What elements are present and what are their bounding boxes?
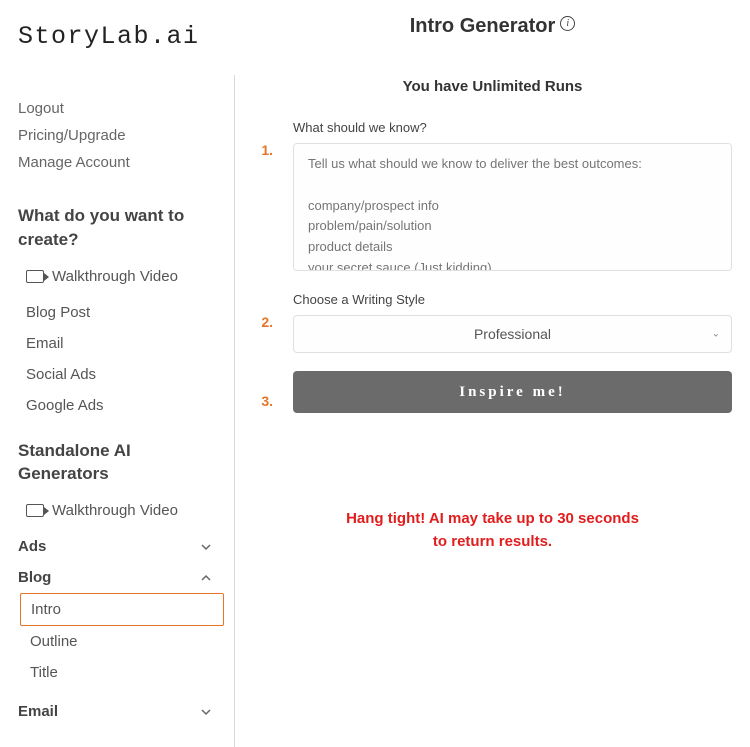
step-number-3: 3.	[255, 371, 273, 409]
standalone-section-title: Standalone AI Generators	[18, 439, 224, 487]
status-message: Hang tight! AI may take up to 30 seconds…	[245, 508, 740, 553]
walkthrough-label: Walkthrough Video	[52, 268, 178, 285]
context-textarea[interactable]	[293, 143, 732, 271]
brand-logo: StoryLab.ai	[18, 22, 200, 51]
main-panel: Intro Generator i You have Unlimited Run…	[235, 0, 750, 747]
group-email[interactable]: Email	[18, 696, 224, 727]
group-ads[interactable]: Ads	[18, 531, 224, 562]
menu-google-ads[interactable]: Google Ads	[18, 390, 224, 421]
logout-link[interactable]: Logout	[18, 95, 224, 122]
sub-item-intro[interactable]: Intro	[20, 593, 224, 626]
inspire-me-button[interactable]: Inspire me!	[293, 371, 732, 413]
info-icon[interactable]: i	[560, 16, 575, 31]
group-email-label: Email	[18, 703, 58, 720]
step-number-1: 1.	[255, 120, 273, 158]
create-section-title: What do you want to create?	[18, 204, 224, 252]
menu-email[interactable]: Email	[18, 328, 224, 359]
chevron-up-icon	[198, 570, 214, 586]
manage-account-link[interactable]: Manage Account	[18, 149, 224, 176]
pricing-link[interactable]: Pricing/Upgrade	[18, 122, 224, 149]
group-blog[interactable]: Blog	[18, 562, 224, 593]
step-number-2: 2.	[255, 292, 273, 330]
field-label-style: Choose a Writing Style	[293, 292, 732, 307]
runs-remaining: You have Unlimited Runs	[245, 78, 740, 95]
walkthrough-label: Walkthrough Video	[52, 502, 178, 519]
video-icon	[26, 504, 44, 517]
sidebar: Logout Pricing/Upgrade Manage Account Wh…	[0, 75, 235, 747]
field-label-know: What should we know?	[293, 120, 732, 135]
menu-blog-post[interactable]: Blog Post	[18, 297, 224, 328]
chevron-down-icon	[198, 539, 214, 555]
sub-item-outline[interactable]: Outline	[20, 626, 224, 657]
writing-style-select[interactable]: Professional	[293, 315, 732, 353]
video-icon	[26, 270, 44, 283]
account-links: Logout Pricing/Upgrade Manage Account	[18, 95, 224, 176]
page-title: Intro Generator	[410, 15, 556, 38]
sub-item-title[interactable]: Title	[20, 657, 224, 688]
menu-social-ads[interactable]: Social Ads	[18, 359, 224, 390]
chevron-down-icon	[198, 704, 214, 720]
group-ads-label: Ads	[18, 538, 46, 555]
group-blog-label: Blog	[18, 569, 51, 586]
walkthrough-video-standalone[interactable]: Walkthrough Video	[18, 498, 224, 523]
walkthrough-video-create[interactable]: Walkthrough Video	[18, 264, 224, 289]
